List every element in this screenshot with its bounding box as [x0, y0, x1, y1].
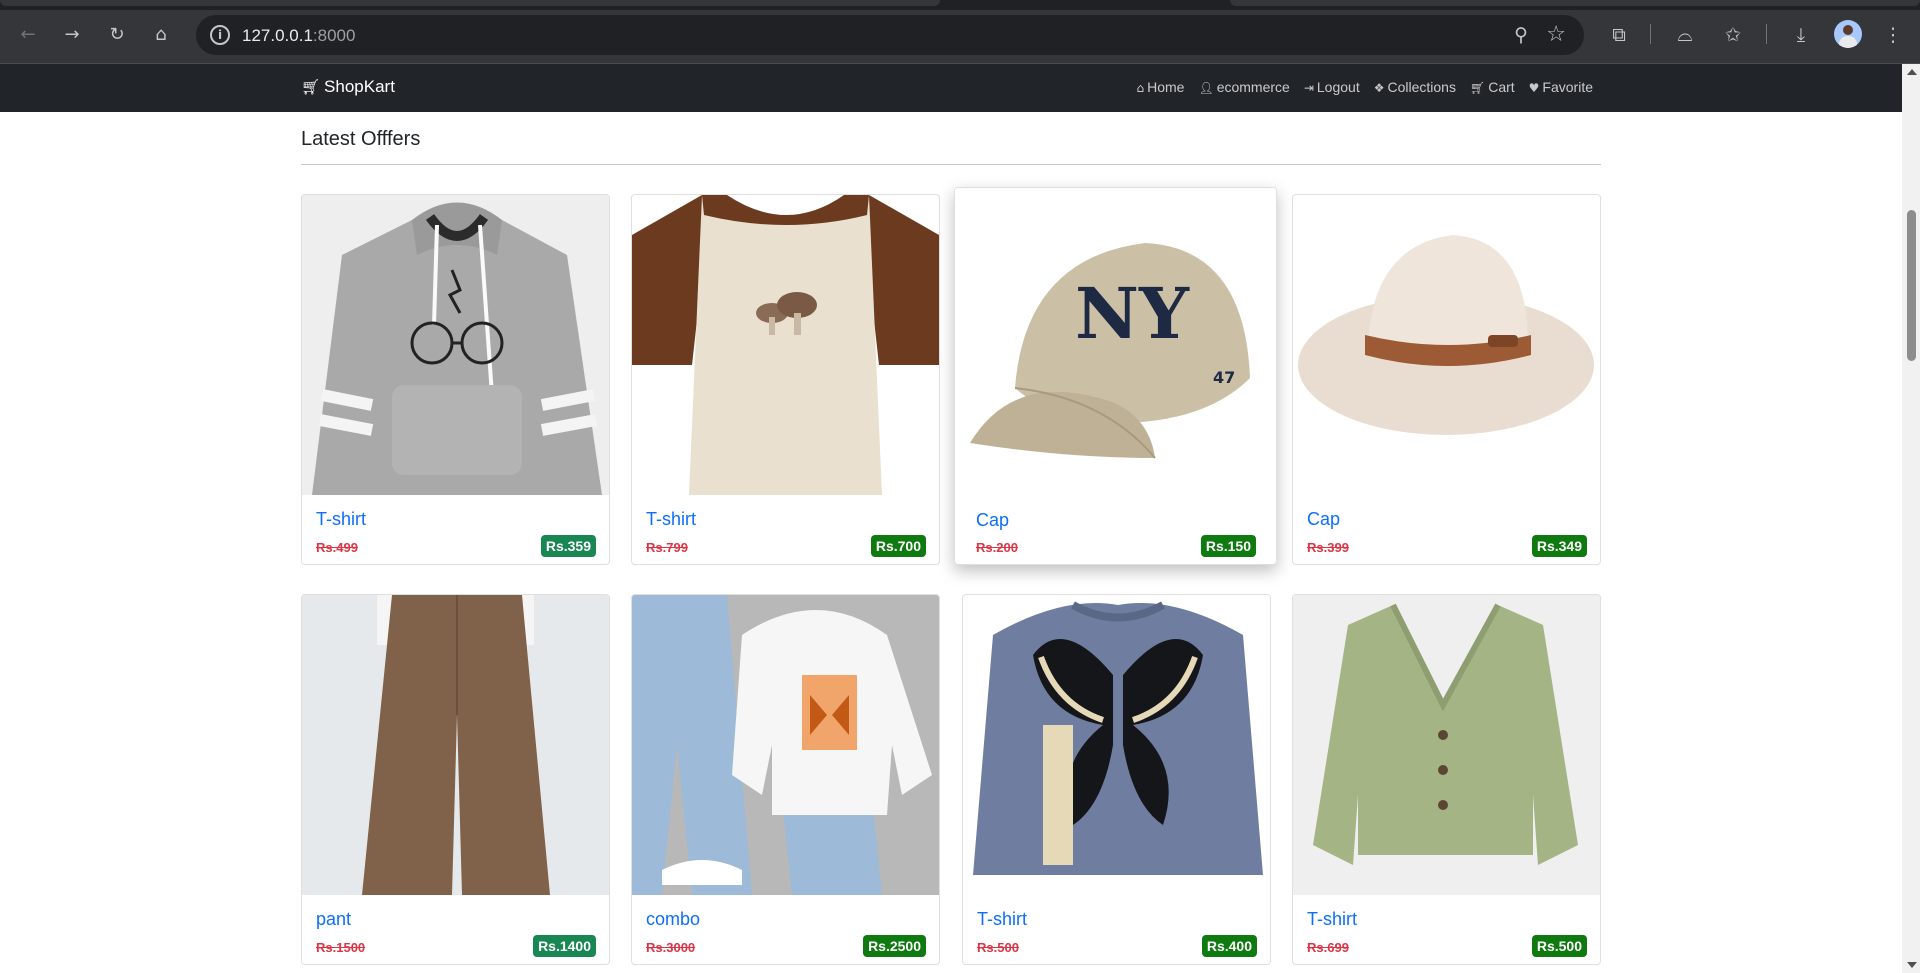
kebab-menu-icon[interactable]: ⋮: [1878, 20, 1908, 50]
original-price: Rs.399: [1307, 540, 1349, 555]
site-navbar: 🛒︎ ShopKart ⌂ Home 👤︎ ecommerce ⇥ Logout ❖ Co…: [0, 64, 1902, 112]
nav-user[interactable]: 👤︎ ecommerce: [1198, 79, 1289, 95]
product-name[interactable]: T-shirt: [316, 509, 366, 530]
svg-text:NY: NY: [1075, 272, 1190, 355]
product-name[interactable]: T-shirt: [646, 509, 696, 530]
product-image[interactable]: [632, 195, 939, 495]
offer-price-badge: Rs.1400: [533, 935, 596, 957]
cart-icon: 🛒︎: [1469, 81, 1486, 95]
product-image[interactable]: [632, 595, 939, 895]
url-host: 127.0.0.1: [242, 26, 313, 45]
cubes-icon: ❖: [1373, 81, 1385, 95]
product-name[interactable]: Cap: [1307, 509, 1340, 530]
brand-link[interactable]: 🛒︎ ShopKart: [301, 77, 395, 97]
svg-text:47: 47: [1213, 368, 1235, 387]
product-card[interactable]: T-shirt Rs.699 Rs.500: [1292, 594, 1601, 965]
offer-price-badge: Rs.359: [540, 535, 596, 557]
offer-price-badge: Rs.400: [1201, 935, 1257, 957]
product-image[interactable]: [1293, 195, 1600, 495]
url-port: :8000: [312, 26, 356, 45]
section-divider: [301, 164, 1601, 165]
user-icon: 👤︎: [1198, 81, 1214, 95]
original-price: Rs.1500: [316, 940, 366, 955]
product-card[interactable]: T-shirt Rs.500 Rs.400: [962, 594, 1271, 965]
product-card[interactable]: T-shirt Rs.499 Rs.359: [301, 194, 610, 565]
product-image[interactable]: [302, 195, 609, 495]
offer-price-badge: Rs.2500: [863, 935, 926, 957]
download-icon[interactable]: ⤓: [1786, 20, 1816, 50]
nav-links: ⌂ Home 👤︎ ecommerce ⇥ Logout ❖ Collections 🛒…: [1136, 79, 1593, 95]
product-name[interactable]: T-shirt: [1307, 909, 1357, 930]
toolbar-divider: [1766, 24, 1767, 44]
product-card[interactable]: pant Rs.1500 Rs.1400: [301, 594, 610, 965]
site-info-icon[interactable]: i: [210, 25, 230, 45]
product-name[interactable]: T-shirt: [977, 909, 1027, 930]
product-card[interactable]: T-shirt Rs.799 Rs.700: [631, 194, 940, 565]
offer-price-badge: Rs.150: [1200, 535, 1256, 557]
extensions-icon[interactable]: ⧉: [1604, 20, 1634, 50]
original-price: Rs.200: [976, 540, 1018, 555]
product-image[interactable]: [1293, 595, 1600, 895]
browser-toolbar: ← → ↻ ⌂ i 127.0.0.1:8000 ⚲ ☆ ⧉ ⌓ ✩ ⤓ ⋮: [0, 0, 1920, 64]
product-name[interactable]: pant: [316, 909, 351, 930]
original-price: Rs.499: [316, 540, 358, 555]
address-bar[interactable]: i 127.0.0.1:8000 ⚲ ☆: [196, 15, 1584, 55]
offer-price-badge: Rs.349: [1531, 535, 1587, 557]
reload-icon[interactable]: ↻: [103, 20, 131, 48]
url-text[interactable]: 127.0.0.1:8000: [242, 26, 355, 46]
home-icon[interactable]: ⌂: [147, 20, 175, 48]
favorites-icon[interactable]: ✩: [1718, 20, 1748, 50]
section-title: Latest Offfers: [301, 128, 421, 150]
nav-favorite[interactable]: ♥ Favorite: [1529, 79, 1593, 95]
product-image[interactable]: NY 47: [955, 188, 1276, 503]
profile-avatar[interactable]: [1834, 20, 1862, 48]
bookmark-star-icon[interactable]: ☆: [1546, 22, 1566, 47]
product-image[interactable]: [963, 595, 1270, 895]
active-tab-edge: [0, 0, 940, 6]
forward-arrow-icon[interactable]: →: [58, 20, 86, 48]
original-price: Rs.500: [977, 940, 1019, 955]
home-icon: ⌂: [1136, 81, 1145, 95]
brand-name: ShopKart: [324, 77, 395, 96]
offer-price-badge: Rs.700: [870, 535, 926, 557]
page-scrollbar[interactable]: [1902, 64, 1920, 973]
offer-price-badge: Rs.500: [1531, 935, 1587, 957]
product-name[interactable]: combo: [646, 909, 700, 930]
nav-collections[interactable]: ❖ Collections: [1374, 79, 1456, 95]
back-arrow-icon[interactable]: ←: [14, 20, 42, 48]
scroll-up-arrow-icon[interactable]: [1907, 69, 1917, 75]
product-card[interactable]: combo Rs.3000 Rs.2500: [631, 594, 940, 965]
logout-icon: ⇥: [1303, 81, 1314, 95]
original-price: Rs.699: [1307, 940, 1349, 955]
product-name[interactable]: Cap: [976, 510, 1009, 531]
product-card[interactable]: NY 47 Cap Rs.200 Rs.150: [954, 187, 1277, 565]
tab-strip: [0, 0, 1920, 10]
original-price: Rs.3000: [646, 940, 696, 955]
nav-logout[interactable]: ⇥ Logout: [1304, 79, 1360, 95]
scrollbar-thumb[interactable]: [1907, 210, 1916, 361]
incognito-icon[interactable]: ⌓: [1670, 20, 1700, 50]
cart-icon: 🛒︎: [301, 78, 321, 96]
zoom-icon[interactable]: ⚲: [1514, 24, 1528, 46]
product-image[interactable]: [302, 595, 609, 895]
heart-icon: ♥: [1528, 81, 1540, 95]
original-price: Rs.799: [646, 540, 688, 555]
scroll-down-arrow-icon[interactable]: [1907, 962, 1917, 968]
product-card[interactable]: Cap Rs.399 Rs.349: [1292, 194, 1601, 565]
tab-edge: [1230, 0, 1920, 6]
toolbar-divider: [1650, 24, 1651, 44]
nav-cart[interactable]: 🛒︎ Cart: [1470, 79, 1515, 95]
nav-home[interactable]: ⌂ Home: [1136, 79, 1184, 95]
